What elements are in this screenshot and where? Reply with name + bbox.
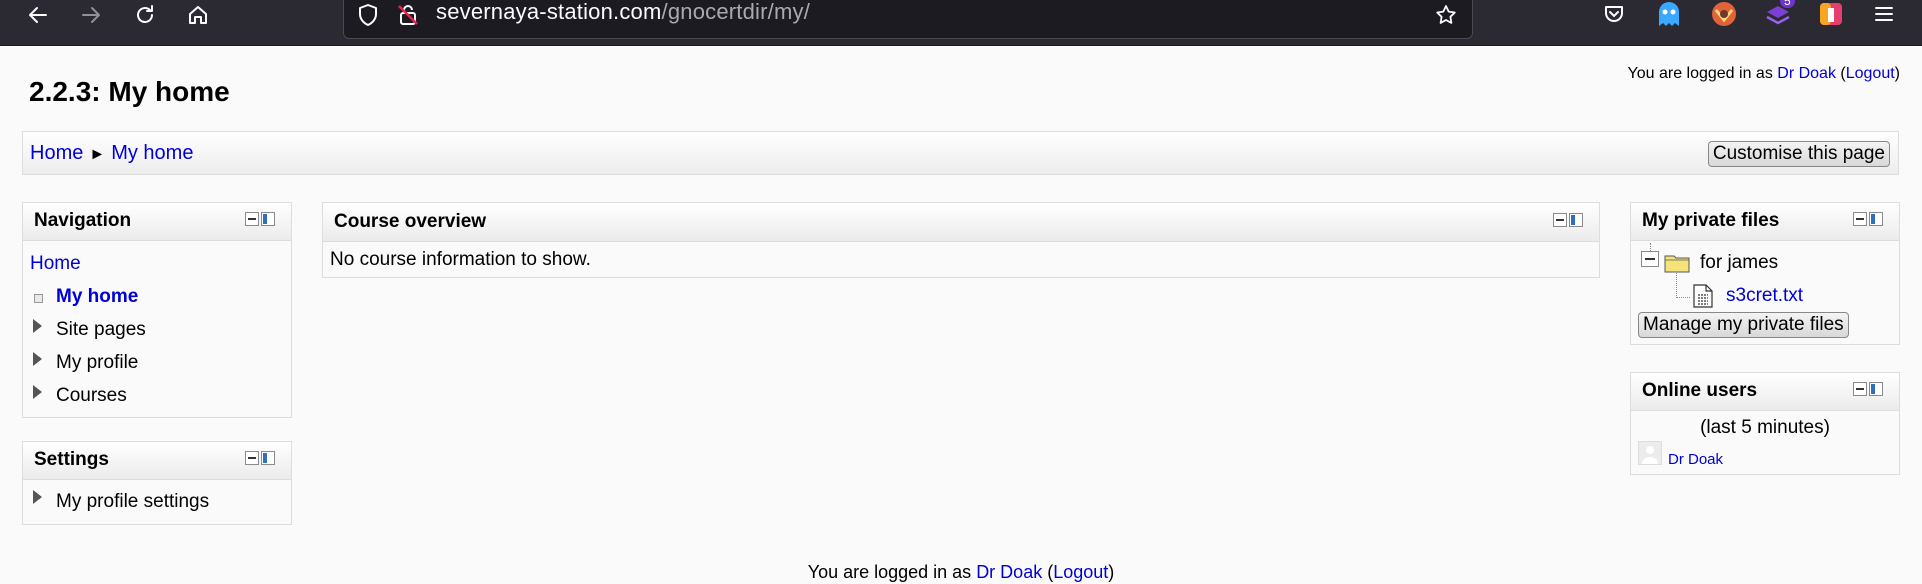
- dock-icon[interactable]: [261, 212, 275, 226]
- bookmark-star-icon[interactable]: [1434, 3, 1458, 32]
- dock-icon[interactable]: [1869, 212, 1883, 226]
- navigation-block-header: Navigation: [23, 203, 291, 241]
- footer-login-info: You are logged in as Dr Doak (Logout): [0, 562, 1922, 583]
- expand-arrow-icon[interactable]: [33, 352, 42, 366]
- minimize-icon[interactable]: [245, 451, 259, 465]
- layers-extension-icon[interactable]: 5: [1764, 0, 1795, 30]
- dock-icon[interactable]: [261, 451, 275, 465]
- block-controls: [245, 212, 277, 226]
- nav-item-my-home[interactable]: My home: [56, 286, 138, 308]
- forward-icon[interactable]: [71, 0, 111, 30]
- navigation-block-title: Navigation: [34, 210, 132, 231]
- nav-item-courses[interactable]: Courses: [56, 385, 127, 407]
- course-overview-block: Course overview No course information to…: [322, 202, 1600, 278]
- address-bar[interactable]: severnaya-station.com/gnocertdir/my/: [343, 0, 1473, 39]
- manage-private-files-button[interactable]: Manage my private files: [1638, 312, 1849, 338]
- block-controls: [1553, 213, 1585, 227]
- close-paren: ): [1894, 65, 1900, 82]
- home-icon[interactable]: [178, 0, 218, 30]
- url-text[interactable]: severnaya-station.com/gnocertdir/my/: [436, 0, 810, 25]
- color-extension-icon[interactable]: [1817, 0, 1847, 30]
- online-users-title: Online users: [1642, 380, 1758, 401]
- private-files-block: My private files for james s3cret.txt Ma…: [1630, 202, 1900, 345]
- settings-block-title: Settings: [34, 449, 109, 470]
- customise-page-button[interactable]: Customise this page: [1707, 141, 1890, 167]
- folder-name: for james: [1700, 252, 1779, 273]
- login-info: You are logged in as Dr Doak (Logout): [1628, 65, 1900, 83]
- close-paren: ): [1108, 562, 1115, 582]
- block-controls: [1853, 382, 1885, 396]
- online-users-period: (last 5 minutes): [1700, 417, 1830, 438]
- avatar: [1638, 441, 1662, 465]
- extension-badge: 5: [1780, 0, 1795, 8]
- online-user-link[interactable]: Dr Doak: [1668, 451, 1723, 468]
- block-controls: [1853, 212, 1885, 226]
- breadcrumb-home[interactable]: Home: [30, 142, 83, 164]
- private-files-header: My private files: [1631, 203, 1899, 241]
- login-prefix: You are logged in as: [1627, 65, 1778, 82]
- nav-item-my-profile-settings[interactable]: My profile settings: [56, 491, 209, 513]
- breadcrumb-my-home[interactable]: My home: [111, 142, 193, 164]
- breadcrumb: Home ► My home: [30, 142, 193, 165]
- pocket-icon[interactable]: [1602, 2, 1632, 32]
- navigation-block: Navigation Home My home Site pages My pr…: [22, 202, 292, 418]
- file-link-s3cret[interactable]: s3cret.txt: [1726, 285, 1803, 307]
- expand-arrow-icon[interactable]: [33, 490, 42, 504]
- reload-icon[interactable]: [125, 0, 165, 30]
- course-overview-message: No course information to show.: [330, 249, 591, 270]
- nav-item-my-profile[interactable]: My profile: [56, 352, 138, 374]
- page-title: 2.2.3: My home: [29, 76, 230, 107]
- private-files-title: My private files: [1642, 210, 1780, 231]
- folder-icon: [1664, 251, 1690, 278]
- course-overview-header: Course overview: [323, 203, 1599, 242]
- online-users-block: Online users (last 5 minutes) Dr Doak: [1630, 372, 1900, 475]
- login-prefix: You are logged in as: [807, 562, 977, 582]
- text-file-icon: [1692, 284, 1714, 313]
- back-icon[interactable]: [18, 0, 58, 30]
- dock-icon[interactable]: [1869, 382, 1883, 396]
- logout-link[interactable]: Logout: [1846, 65, 1895, 82]
- user-name-link[interactable]: Dr Doak: [976, 562, 1042, 582]
- tree-line: [1676, 297, 1690, 298]
- minimize-icon[interactable]: [1853, 212, 1867, 226]
- expand-arrow-icon[interactable]: [33, 385, 42, 399]
- settings-block: Settings My profile settings: [22, 441, 292, 525]
- navbar: Home ► My home Customise this page: [22, 131, 1899, 175]
- breadcrumb-separator: ►: [89, 146, 106, 163]
- fox-extension-icon[interactable]: [1710, 0, 1740, 30]
- minimize-icon[interactable]: [1553, 213, 1567, 227]
- course-overview-title: Course overview: [334, 211, 487, 232]
- nav-item-site-pages[interactable]: Site pages: [56, 319, 146, 341]
- user-name-link[interactable]: Dr Doak: [1777, 65, 1836, 82]
- shield-icon[interactable]: [356, 3, 380, 32]
- minimize-icon[interactable]: [245, 212, 259, 226]
- block-controls: [245, 451, 277, 465]
- ghost-extension-icon[interactable]: [1656, 0, 1686, 30]
- minimize-icon[interactable]: [1853, 382, 1867, 396]
- collapse-icon[interactable]: [1641, 251, 1659, 267]
- url-domain: severnaya-station.com: [436, 0, 662, 24]
- settings-block-header: Settings: [23, 442, 291, 480]
- nav-home-link[interactable]: Home: [30, 253, 81, 275]
- browser-toolbar: severnaya-station.com/gnocertdir/my/ 5: [0, 0, 1922, 46]
- menu-icon[interactable]: [1872, 2, 1902, 32]
- expand-arrow-icon[interactable]: [33, 319, 42, 333]
- insecure-lock-icon[interactable]: [396, 3, 420, 32]
- url-path: /gnocertdir/my/: [661, 0, 811, 24]
- current-page-bullet-icon: [34, 294, 43, 303]
- logout-link[interactable]: Logout: [1053, 562, 1108, 582]
- online-users-header: Online users: [1631, 373, 1899, 411]
- dock-icon[interactable]: [1569, 213, 1583, 227]
- tree-line: [1650, 243, 1651, 251]
